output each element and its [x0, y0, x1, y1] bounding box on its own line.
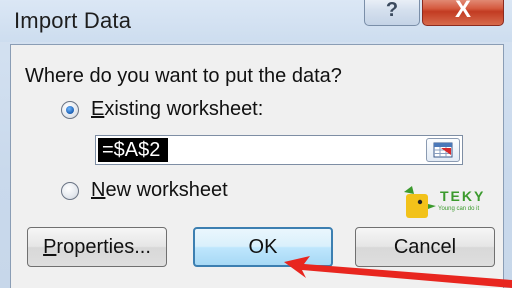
radio-existing-label-rest: xisting worksheet: — [104, 98, 264, 120]
help-icon: ? — [385, 0, 399, 21]
properties-button[interactable]: Properties... — [27, 227, 167, 267]
close-button[interactable]: X — [422, 0, 504, 26]
radio-new-label-rest: ew worksheet — [105, 179, 228, 201]
reference-value[interactable]: =$A$2 — [98, 138, 169, 162]
red-arrow-icon — [284, 256, 512, 288]
title-bar: Import Data ? X — [0, 0, 512, 42]
reference-input[interactable]: =$A$2 — [95, 135, 463, 165]
destination-question: Where do you want to put the data? — [25, 65, 342, 87]
teky-watermark-logo: TEKY Young can do it — [398, 184, 510, 224]
radio-new-label[interactable]: New worksheet — [91, 179, 228, 202]
teky-brand-text: TEKY — [440, 188, 486, 204]
radio-existing-indicator[interactable] — [61, 101, 79, 119]
radio-selected-dot — [66, 106, 74, 114]
mnemonic-e: E — [91, 98, 105, 120]
properties-label-rest: roperties... — [56, 236, 151, 258]
close-icon: X — [454, 0, 471, 23]
teky-tagline: Young can do it — [438, 206, 480, 212]
mnemonic-n: N — [91, 179, 106, 201]
help-button[interactable]: ? — [364, 0, 420, 26]
teky-mascot-icon — [404, 186, 436, 218]
radio-existing-label[interactable]: Existing worksheet: — [91, 98, 263, 121]
dialog-title: Import Data — [14, 8, 132, 33]
radio-new-indicator[interactable] — [61, 182, 79, 200]
range-selector-button[interactable] — [426, 138, 460, 162]
range-selector-icon — [433, 142, 453, 158]
import-data-dialog: Import Data ? X Where do you want to put… — [0, 0, 512, 288]
mnemonic-p: P — [43, 236, 57, 258]
